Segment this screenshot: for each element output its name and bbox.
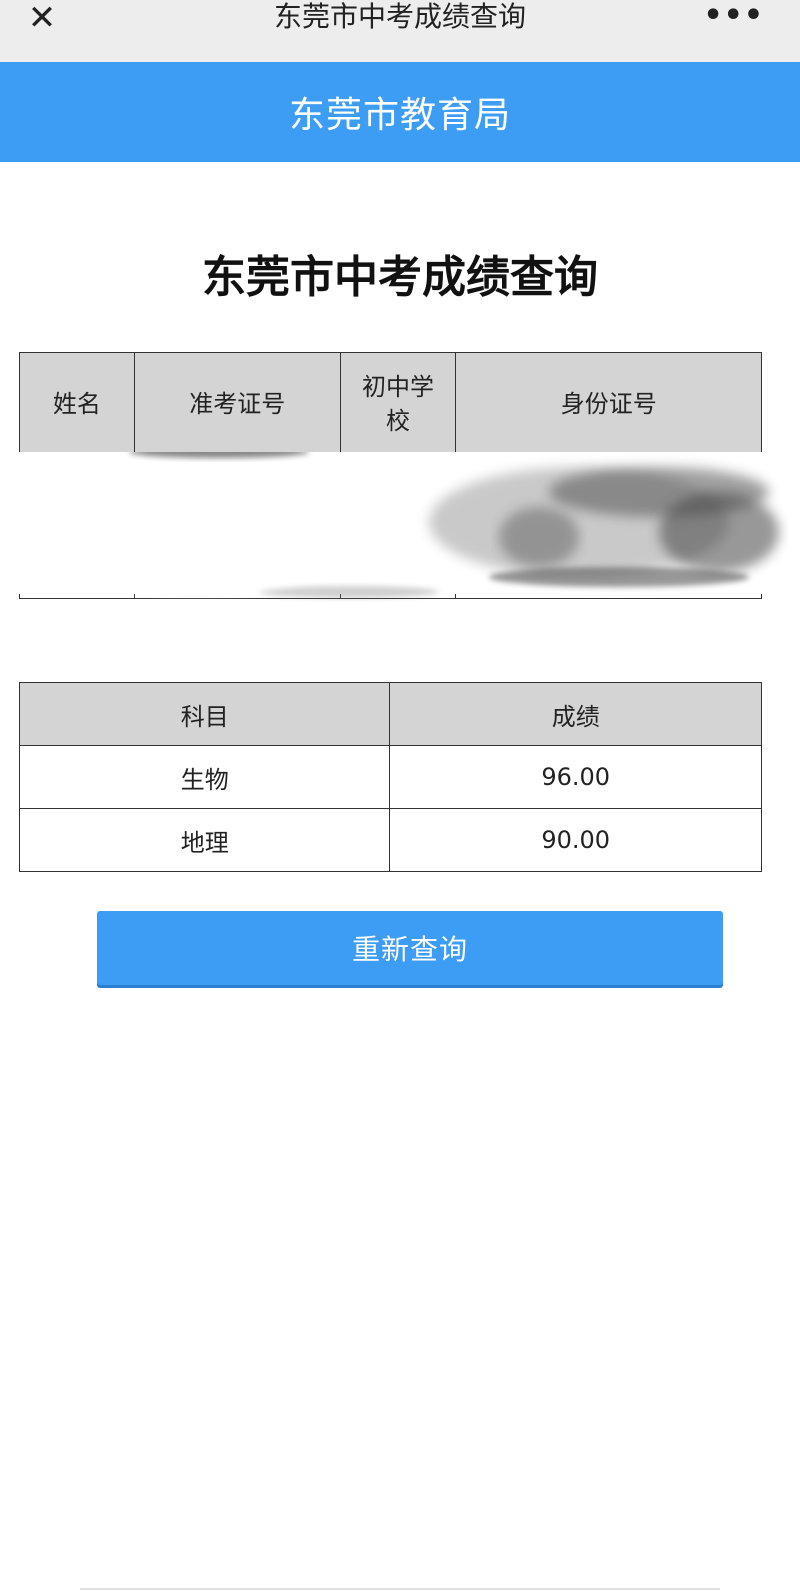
header-id-number: 身份证号 — [455, 352, 762, 456]
redacted-exam-number-cell — [133, 455, 341, 599]
header-score: 成绩 — [389, 682, 762, 746]
banner-title: 东莞市教育局 — [288, 95, 511, 136]
window-title: 东莞市中考成绩查询 — [273, 0, 526, 33]
header-exam-number: 准考证号 — [133, 352, 341, 456]
table-header-row: 姓名 准考证号 初中学 校 身份证号 — [19, 352, 762, 456]
top-bar: ✕ 东莞市中考成绩查询 ••• — [0, 0, 800, 62]
bottom-divider — [80, 1588, 720, 1590]
table-row — [19, 455, 762, 599]
redacted-name-cell — [19, 455, 135, 599]
requery-button[interactable]: 重新查询 — [97, 911, 723, 985]
redacted-school-cell — [339, 455, 457, 599]
header-banner: 东莞市教育局 — [0, 62, 800, 162]
table-row: 生物 96.00 — [18, 745, 762, 809]
more-icon[interactable]: ••• — [703, 1, 764, 31]
table-header-row: 科目 成绩 — [18, 682, 762, 746]
table-row: 地理 90.00 — [18, 808, 762, 872]
page-title: 东莞市中考成绩查询 — [202, 252, 598, 303]
header-name: 姓名 — [19, 352, 135, 456]
redacted-id-number-cell — [455, 455, 762, 599]
header-subject: 科目 — [18, 682, 391, 746]
header-school: 初中学 校 — [339, 352, 457, 456]
student-info-table: 姓名 准考证号 初中学 校 身份证号 — [19, 352, 762, 599]
header-school-line1: 初中学 — [361, 373, 434, 401]
header-school-line2: 校 — [385, 407, 410, 435]
score-table: 科目 成绩 生物 96.00 地理 90.00 — [18, 682, 762, 872]
subject-cell: 地理 — [18, 808, 391, 872]
score-cell: 96.00 — [389, 745, 762, 809]
score-cell: 90.00 — [389, 808, 762, 872]
subject-cell: 生物 — [18, 745, 391, 809]
